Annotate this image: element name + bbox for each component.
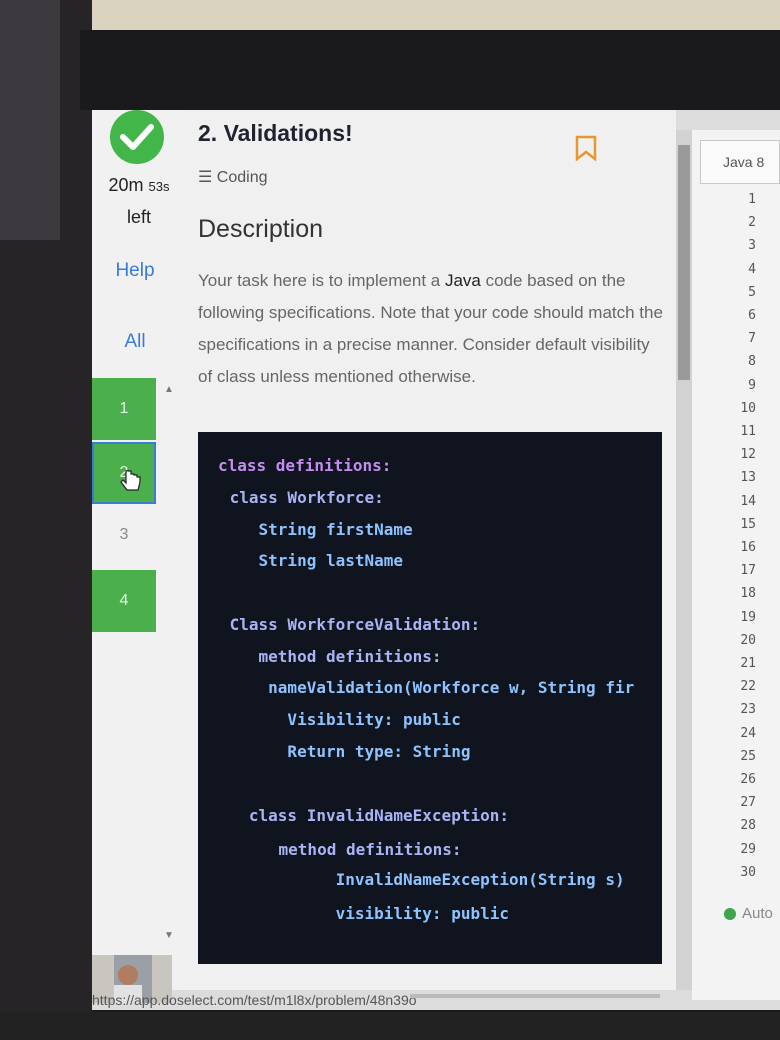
- content-scrollbar-thumb[interactable]: [678, 145, 690, 380]
- line-number: 12: [740, 447, 756, 463]
- line-number: 25: [740, 748, 756, 764]
- line-number: 22: [740, 679, 756, 695]
- line-number: 28: [740, 818, 756, 834]
- hand-cursor-icon: [120, 470, 141, 491]
- line-number: 4: [748, 261, 756, 277]
- line-number: 26: [740, 772, 756, 787]
- autosave-label: Auto: [742, 905, 773, 922]
- line-number: 11: [740, 424, 756, 439]
- line-number: 16: [740, 540, 756, 555]
- description-heading: Description: [198, 215, 324, 243]
- line-number: 21: [740, 656, 756, 671]
- code-line: method definitions:: [240, 840, 462, 859]
- line-number: 15: [740, 516, 756, 532]
- line-number: 5: [748, 284, 756, 300]
- code-line: class Workforce:: [220, 488, 384, 507]
- bookmark-icon[interactable]: [574, 135, 598, 166]
- line-number: 29: [740, 841, 756, 857]
- line-number: 6: [748, 308, 756, 323]
- line-number: 13: [740, 470, 756, 486]
- timer-suffix: left: [126, 207, 151, 227]
- scroll-up-icon[interactable]: ▲: [164, 384, 174, 395]
- line-number: 14: [740, 493, 756, 509]
- question-3[interactable]: 3: [92, 504, 156, 566]
- description-text: Your task here is to implement a Java co…: [198, 265, 668, 393]
- line-number: 23: [740, 702, 756, 718]
- problem-type-label: Coding: [216, 169, 268, 186]
- status-dot-icon: [724, 907, 736, 920]
- autosave-status: Auto: [724, 905, 773, 922]
- code-line: method definitions:: [220, 647, 442, 666]
- monitor-bezel-top: [80, 30, 780, 110]
- timer-seconds: 53s: [148, 179, 170, 194]
- line-number: 7: [748, 331, 756, 347]
- help-link[interactable]: Help: [92, 260, 178, 282]
- code-line: Return type: String: [220, 742, 471, 761]
- line-number: 9: [748, 377, 756, 393]
- check-icon: [110, 110, 164, 164]
- all-questions-link[interactable]: All: [92, 331, 178, 353]
- problem-title: 2. Validations!: [198, 120, 353, 146]
- scroll-down-icon[interactable]: ▼: [164, 930, 174, 941]
- code-line: Visibility: public: [220, 710, 461, 729]
- question-4[interactable]: 4: [92, 570, 156, 632]
- status-divider: [410, 994, 660, 998]
- line-number: 18: [740, 586, 756, 602]
- code-line: String firstName: [220, 520, 413, 539]
- code-line: nameValidation(Workforce w, String fir: [220, 678, 635, 697]
- line-number: 2: [748, 215, 756, 231]
- line-number: 19: [740, 609, 756, 625]
- code-line: visibility: public: [220, 904, 509, 923]
- code-line: Class WorkforceValidation:: [220, 615, 481, 634]
- line-number: 3: [748, 238, 756, 254]
- code-specification: class definitions: class Workforce: Stri…: [198, 432, 662, 964]
- time-remaining: 20m 53s left: [96, 170, 182, 232]
- code-line: InvalidNameException(String s): [220, 870, 625, 889]
- list-icon: ☰: [198, 169, 213, 186]
- description-pre: Your task here is to implement a: [198, 271, 445, 290]
- code-line: class definitions:: [218, 456, 392, 475]
- line-number: 8: [748, 354, 756, 370]
- line-number: 27: [740, 795, 756, 811]
- question-1[interactable]: 1: [92, 378, 156, 440]
- description-language: Java: [444, 271, 481, 290]
- line-number: 1: [748, 192, 756, 207]
- language-select[interactable]: Java 8: [700, 140, 780, 184]
- line-number: 20: [740, 632, 756, 648]
- adjacent-screen: [0, 0, 60, 240]
- line-number: 10: [740, 400, 756, 416]
- line-number: 17: [740, 563, 756, 579]
- code-line: class InvalidNameException:: [220, 806, 509, 825]
- timer-minutes: 20m: [108, 175, 144, 195]
- line-number: 30: [740, 864, 756, 880]
- question-2[interactable]: 2: [92, 442, 156, 504]
- monitor-bezel-bottom: [0, 1012, 780, 1040]
- line-number: 24: [740, 725, 756, 741]
- code-line: String lastName: [220, 551, 404, 570]
- problem-type: ☰ Coding: [198, 167, 268, 187]
